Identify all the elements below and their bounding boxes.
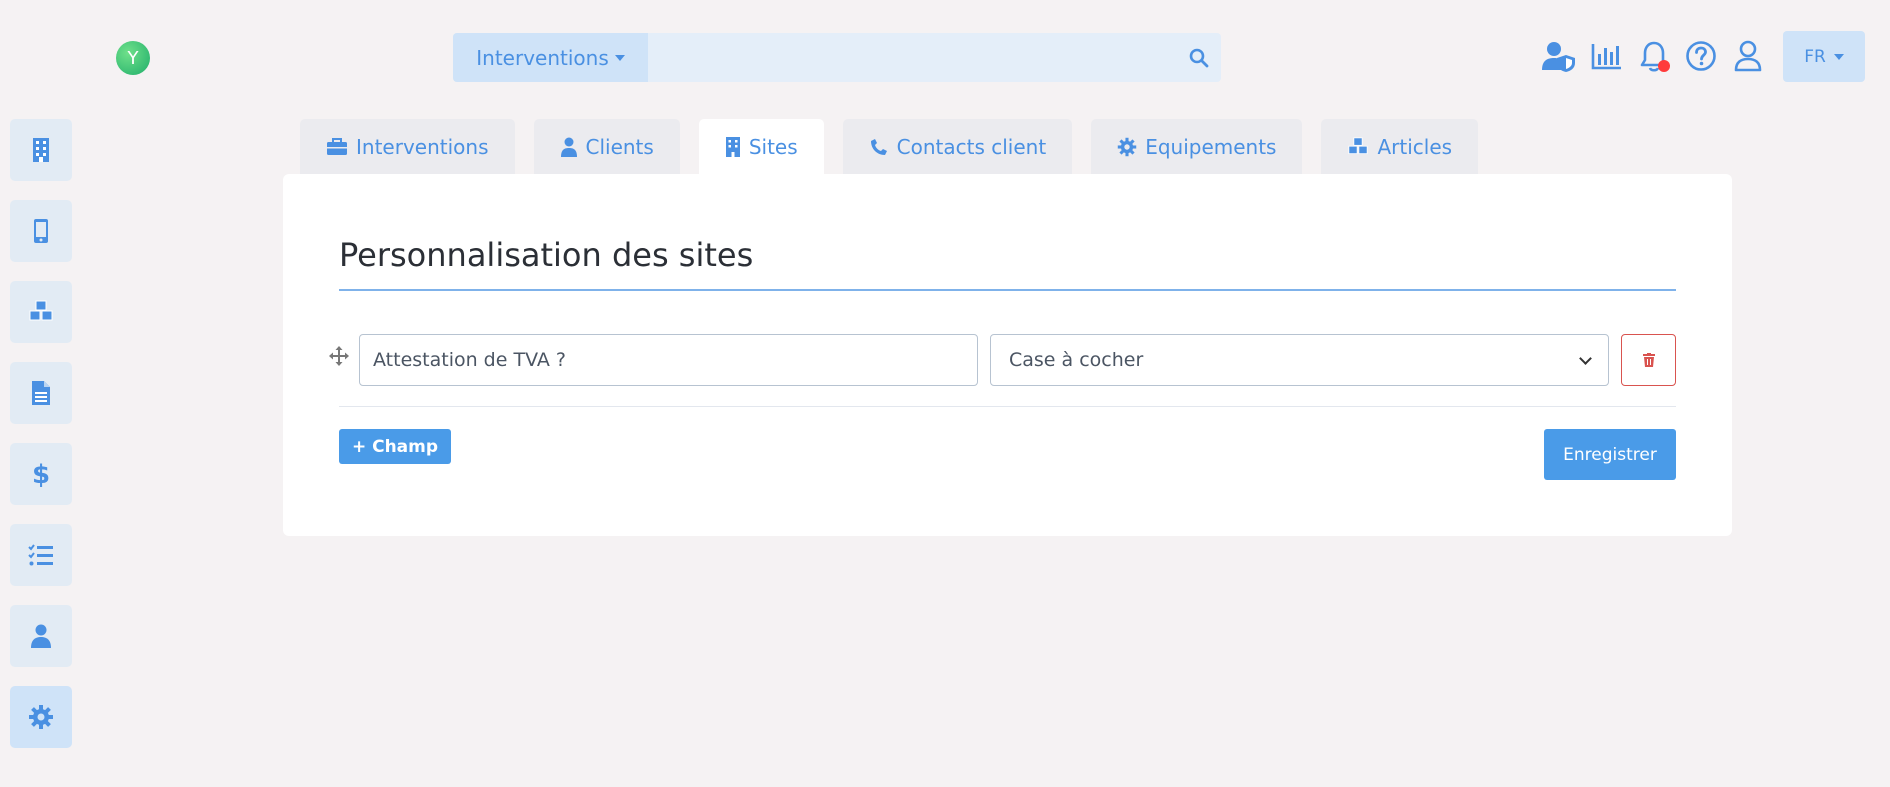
add-field-button[interactable]: + Champ	[339, 429, 451, 464]
drag-handle[interactable]	[329, 346, 349, 370]
sites-customization-card: Personnalisation des sites Attestation d…	[283, 174, 1732, 536]
custom-field-name-input[interactable]: Attestation de TVA ?	[359, 334, 978, 386]
sidebar: $	[10, 119, 72, 767]
user-icon	[31, 624, 51, 648]
notification-badge	[1658, 60, 1670, 72]
phone-icon	[870, 138, 887, 155]
user-shield-icon	[1541, 42, 1575, 72]
chart-bar-icon	[1591, 44, 1621, 70]
move-arrows-icon	[329, 346, 349, 366]
sidebar-item-articles[interactable]	[10, 281, 72, 343]
cubes-icon	[29, 300, 53, 321]
tab-sites[interactable]: Sites	[698, 119, 824, 174]
custom-field-type-select[interactable]: Case à cocher	[990, 334, 1609, 386]
settings-tabs: Interventions Clients Sites Contacts cli…	[300, 119, 1497, 174]
trash-icon	[1642, 353, 1655, 367]
save-button[interactable]: Enregistrer	[1544, 429, 1676, 480]
field-name-value: Attestation de TVA ?	[373, 349, 566, 371]
caret-down-icon	[614, 54, 625, 61]
header-actions	[1536, 34, 1771, 78]
page-title: Personnalisation des sites	[339, 236, 754, 274]
stats-button[interactable]	[1583, 34, 1630, 78]
logo-letter: Y	[127, 47, 139, 69]
tab-articles[interactable]: Articles	[1321, 119, 1479, 174]
tab-contacts-client[interactable]: Contacts client	[842, 119, 1073, 174]
search-icon	[1189, 48, 1209, 67]
svg-text:$: $	[32, 460, 50, 488]
row-divider	[339, 406, 1676, 407]
briefcase-icon	[327, 137, 347, 155]
sidebar-item-settings[interactable]	[10, 686, 72, 748]
gear-icon	[1117, 137, 1137, 156]
user-icon	[560, 137, 577, 157]
tab-label: Sites	[748, 134, 798, 159]
file-icon	[32, 381, 50, 405]
tab-interventions[interactable]: Interventions	[300, 119, 515, 174]
profile-button[interactable]	[1724, 34, 1771, 78]
gear-icon	[29, 705, 53, 729]
notifications-button[interactable]	[1630, 34, 1677, 78]
title-divider	[339, 289, 1676, 291]
sidebar-item-mobile[interactable]	[10, 200, 72, 262]
admin-button[interactable]	[1536, 34, 1583, 78]
dollar-icon: $	[32, 460, 50, 488]
global-search: Interventions	[453, 33, 1221, 82]
app-logo[interactable]: Y	[116, 41, 150, 75]
cubes-icon	[1348, 136, 1369, 154]
building-icon	[725, 136, 740, 157]
delete-field-button[interactable]	[1621, 334, 1676, 386]
tasks-icon	[28, 544, 53, 566]
field-type-value: Case à cocher	[1009, 349, 1144, 371]
search-input[interactable]	[648, 33, 1177, 82]
tab-label: Interventions	[356, 134, 489, 159]
tab-label: Equipements	[1145, 134, 1277, 159]
sidebar-item-tasks[interactable]	[10, 524, 72, 586]
tab-equipements[interactable]: Equipements	[1091, 119, 1303, 174]
search-button[interactable]	[1177, 33, 1221, 82]
sidebar-item-sites[interactable]	[10, 119, 72, 181]
building-icon	[33, 138, 49, 162]
tab-label: Clients	[585, 134, 654, 159]
chevron-down-icon	[1579, 351, 1592, 365]
help-button[interactable]	[1677, 34, 1724, 78]
language-dropdown[interactable]: FR	[1783, 31, 1865, 82]
sidebar-item-documents[interactable]	[10, 362, 72, 424]
sidebar-item-users[interactable]	[10, 605, 72, 667]
user-icon	[1734, 40, 1761, 72]
tab-clients[interactable]: Clients	[533, 119, 680, 174]
question-circle-icon	[1685, 41, 1716, 71]
search-scope-dropdown[interactable]: Interventions	[453, 33, 648, 82]
search-scope-label: Interventions	[476, 45, 609, 70]
language-label: FR	[1804, 46, 1826, 67]
tab-label: Contacts client	[896, 134, 1047, 159]
tab-label: Articles	[1377, 134, 1453, 159]
caret-down-icon	[1833, 53, 1844, 60]
sidebar-item-billing[interactable]: $	[10, 443, 72, 505]
mobile-icon	[34, 219, 48, 243]
